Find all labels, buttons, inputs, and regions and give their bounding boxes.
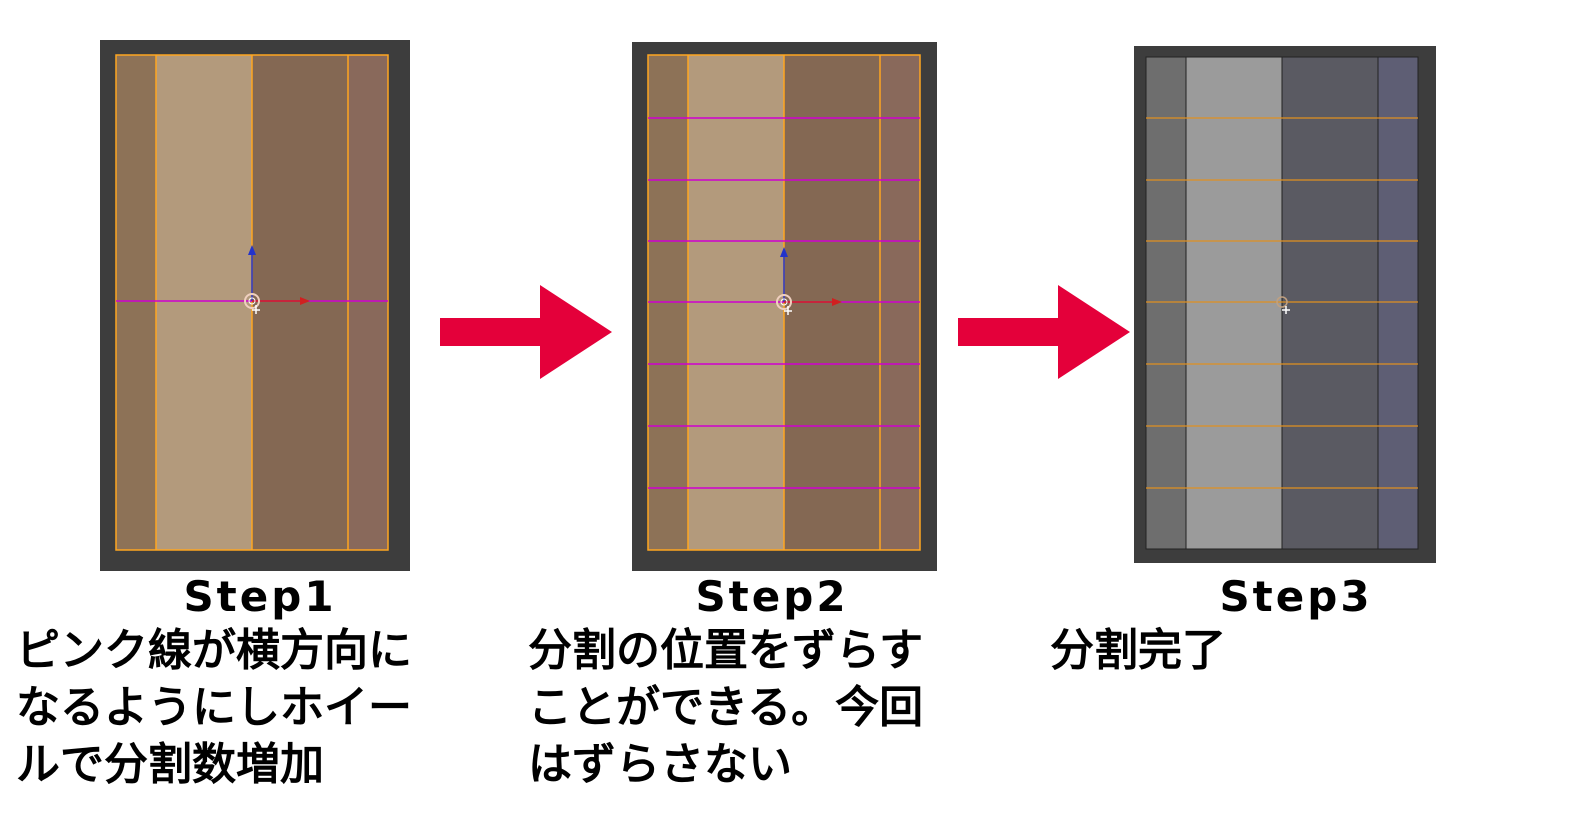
right-arrow-icon bbox=[440, 285, 612, 379]
step1-description-line: ルで分割数増加 bbox=[16, 739, 324, 790]
viewport-step3[interactable] bbox=[1134, 46, 1436, 563]
right-arrow-icon bbox=[958, 285, 1130, 379]
viewport-step1[interactable] bbox=[100, 40, 410, 571]
step1-description-line: ピンク線が横方向に bbox=[16, 625, 412, 676]
step1-title: Step1 bbox=[183, 572, 337, 621]
step3-title: Step3 bbox=[1219, 572, 1373, 621]
step2-title: Step2 bbox=[695, 572, 849, 621]
step2-description-line: ことができる。今回 bbox=[528, 682, 924, 733]
step1-description-line: なるようにしホイー bbox=[16, 682, 412, 733]
step3-description: 分割完了 bbox=[1050, 622, 1226, 679]
step2-description: 分割の位置をずらす ことができる。今回 はずらさない bbox=[528, 622, 923, 793]
mesh-step2 bbox=[647, 54, 921, 551]
step3-description-line: 分割完了 bbox=[1050, 625, 1226, 676]
viewport-step2[interactable] bbox=[632, 42, 937, 571]
mesh-step3 bbox=[1145, 56, 1419, 550]
mesh-step1 bbox=[115, 54, 389, 551]
step2-description-line: 分割の位置をずらす bbox=[528, 625, 924, 676]
step2-description-line: はずらさない bbox=[528, 739, 792, 790]
step1-description: ピンク線が横方向に なるようにしホイー ルで分割数増加 bbox=[16, 622, 412, 793]
